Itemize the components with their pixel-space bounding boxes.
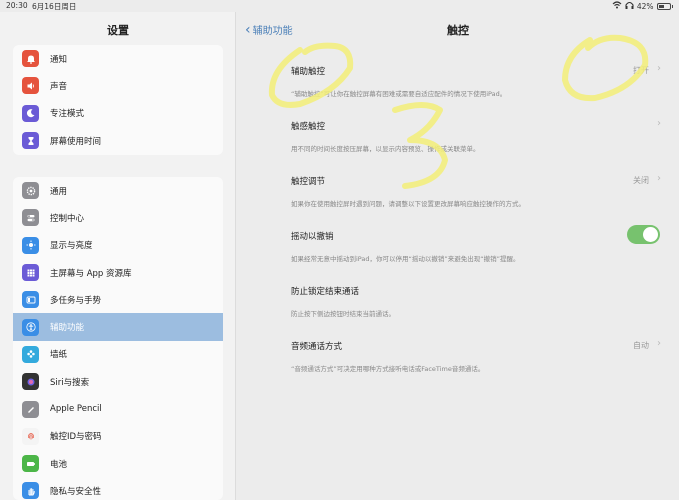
sidebar-item-battery[interactable]: 电池 xyxy=(13,450,223,477)
chevron-right-icon: › xyxy=(657,118,661,129)
row-call-audio-routing[interactable]: 音频通话方式 自动 › xyxy=(279,333,669,359)
battery-tip xyxy=(671,4,673,8)
row-prevent-lock-end-call[interactable]: 防止锁定结束通话 xyxy=(279,278,669,304)
sidebar-item-notifications[interactable]: 通知 xyxy=(13,45,223,72)
row-description: 防止按下侧边按钮时结束当前通话。 xyxy=(291,310,395,318)
sidebar-item-label: 显示与亮度 xyxy=(50,241,93,252)
flower-icon xyxy=(22,345,39,363)
row-description: 用不同的时间长度按压屏幕，以显示内容预览、操作或关联菜单。 xyxy=(291,145,480,153)
row-label: 音频通话方式 xyxy=(291,342,343,352)
siri-icon xyxy=(22,373,39,391)
chevron-right-icon: › xyxy=(657,338,661,349)
pencil-icon xyxy=(22,400,39,418)
row-description: “辅助触控”可让你在触控屏幕有困难或需要自适应配件的情况下使用iPad。 xyxy=(291,90,507,98)
sidebar-item-label: 屏幕使用时间 xyxy=(50,136,102,147)
headphones-icon xyxy=(625,1,634,11)
sidebar-item-wallpaper[interactable]: 墙纸 xyxy=(13,341,223,368)
sidebar-item-sound[interactable]: 声音 xyxy=(13,72,223,99)
row-assistive-touch[interactable]: 辅助触控 打开 › xyxy=(279,58,669,84)
sidebar: 设置 通知 声音 专注模式 屏幕使用时间 通用 控制中心 显示与亮度 主屏幕与 … xyxy=(0,12,236,500)
sidebar-item-label: 电池 xyxy=(50,459,68,470)
fingerprint-icon xyxy=(22,427,39,445)
sidebar-item-label: 多任务与手势 xyxy=(50,295,102,306)
hourglass-icon xyxy=(22,132,39,150)
battery-percent: 42% xyxy=(636,1,654,11)
grid-icon xyxy=(22,264,39,282)
sidebar-item-label: 主屏幕与 App 资源库 xyxy=(50,268,132,279)
row-label: 防止锁定结束通话 xyxy=(291,287,360,297)
row-description: “音频通话方式”可决定用哪种方式接听电话或FaceTime音频通话。 xyxy=(291,365,485,373)
sidebar-item-label: Apple Pencil xyxy=(50,404,102,415)
row-value: 关闭 xyxy=(633,176,649,185)
toggle-knob xyxy=(643,227,658,242)
row-description: 如果经常无意中摇动到iPad，你可以停用“摇动以撤销”来避免出现“撤销”提醒。 xyxy=(291,255,520,263)
sidebar-group-1: 通知 声音 专注模式 屏幕使用时间 xyxy=(13,45,223,155)
row-touch-accommodations[interactable]: 触控调节 关闭 › xyxy=(279,168,669,194)
gear-icon xyxy=(22,182,39,200)
sidebar-item-label: Siri与搜索 xyxy=(50,377,90,388)
main-panel: ‹ 辅助功能 触控 辅助触控 打开 › “辅助触控”可让你在触控屏幕有困难或需要… xyxy=(237,12,679,500)
row-label: 触感触控 xyxy=(291,122,326,132)
sidebar-item-touch-id[interactable]: 触控ID与密码 xyxy=(13,423,223,450)
row-label: 辅助触控 xyxy=(291,67,326,77)
sidebar-item-privacy[interactable]: 隐私与安全性 xyxy=(13,477,223,500)
chevron-right-icon: › xyxy=(657,63,661,74)
battery-status-icon xyxy=(656,2,671,10)
accessibility-icon xyxy=(22,318,39,336)
sidebar-item-home-screen[interactable]: 主屏幕与 App 资源库 xyxy=(13,259,223,286)
switches-icon xyxy=(22,209,39,227)
row-value: 打开 xyxy=(633,66,649,75)
moon-icon xyxy=(22,104,39,122)
sidebar-item-label: 辅助功能 xyxy=(50,323,85,334)
sidebar-item-label: 墙纸 xyxy=(50,350,68,361)
sidebar-item-multitasking[interactable]: 多任务与手势 xyxy=(13,286,223,313)
sidebar-item-label: 通用 xyxy=(50,186,68,197)
status-time: 20:30 xyxy=(6,1,28,10)
status-bar: 20:30 6月16日周日 42% xyxy=(0,0,679,12)
sidebar-item-label: 隐私与安全性 xyxy=(50,486,102,497)
page-title: 触控 xyxy=(447,24,469,37)
hand-icon xyxy=(22,482,39,500)
row-haptic-touch[interactable]: 触感触控 › xyxy=(279,113,669,139)
bell-icon xyxy=(22,50,39,68)
sidebar-item-label: 触控ID与密码 xyxy=(50,432,102,443)
speaker-icon xyxy=(22,77,39,95)
sidebar-item-focus[interactable]: 专注模式 xyxy=(13,100,223,127)
row-description: 如果你在使用触控屏时遇到问题，请调整以下设置更改屏幕响应触控操作的方式。 xyxy=(291,200,525,208)
wifi-icon xyxy=(612,1,622,11)
sidebar-item-label: 控制中心 xyxy=(50,213,85,224)
multitask-icon xyxy=(22,291,39,309)
shake-to-undo-toggle[interactable] xyxy=(627,225,660,244)
battery-icon xyxy=(22,455,39,473)
row-value: 自动 xyxy=(633,341,649,350)
sidebar-group-2: 通用 控制中心 显示与亮度 主屏幕与 App 资源库 多任务与手势 辅助功能 墙… xyxy=(13,177,223,500)
row-shake-to-undo: 摇动以撤销 xyxy=(279,223,669,249)
status-date: 6月16日周日 xyxy=(32,2,77,11)
row-label: 触控调节 xyxy=(291,177,326,187)
sidebar-item-label: 声音 xyxy=(50,81,68,92)
sidebar-item-label: 专注模式 xyxy=(50,109,85,120)
sidebar-item-general[interactable]: 通用 xyxy=(13,177,223,204)
sidebar-item-accessibility[interactable]: 辅助功能 xyxy=(13,313,223,341)
status-right: 42% xyxy=(612,1,673,11)
row-label: 摇动以撤销 xyxy=(291,232,334,242)
chevron-right-icon: › xyxy=(657,173,661,184)
sidebar-item-apple-pencil[interactable]: Apple Pencil xyxy=(13,395,223,422)
sidebar-item-control-center[interactable]: 控制中心 xyxy=(13,204,223,231)
sun-icon xyxy=(22,236,39,254)
sidebar-title: 设置 xyxy=(107,24,129,37)
sidebar-item-label: 通知 xyxy=(50,54,68,65)
sidebar-item-screen-time[interactable]: 屏幕使用时间 xyxy=(13,127,223,154)
sidebar-item-display[interactable]: 显示与亮度 xyxy=(13,232,223,259)
sidebar-item-siri[interactable]: Siri与搜索 xyxy=(13,368,223,395)
